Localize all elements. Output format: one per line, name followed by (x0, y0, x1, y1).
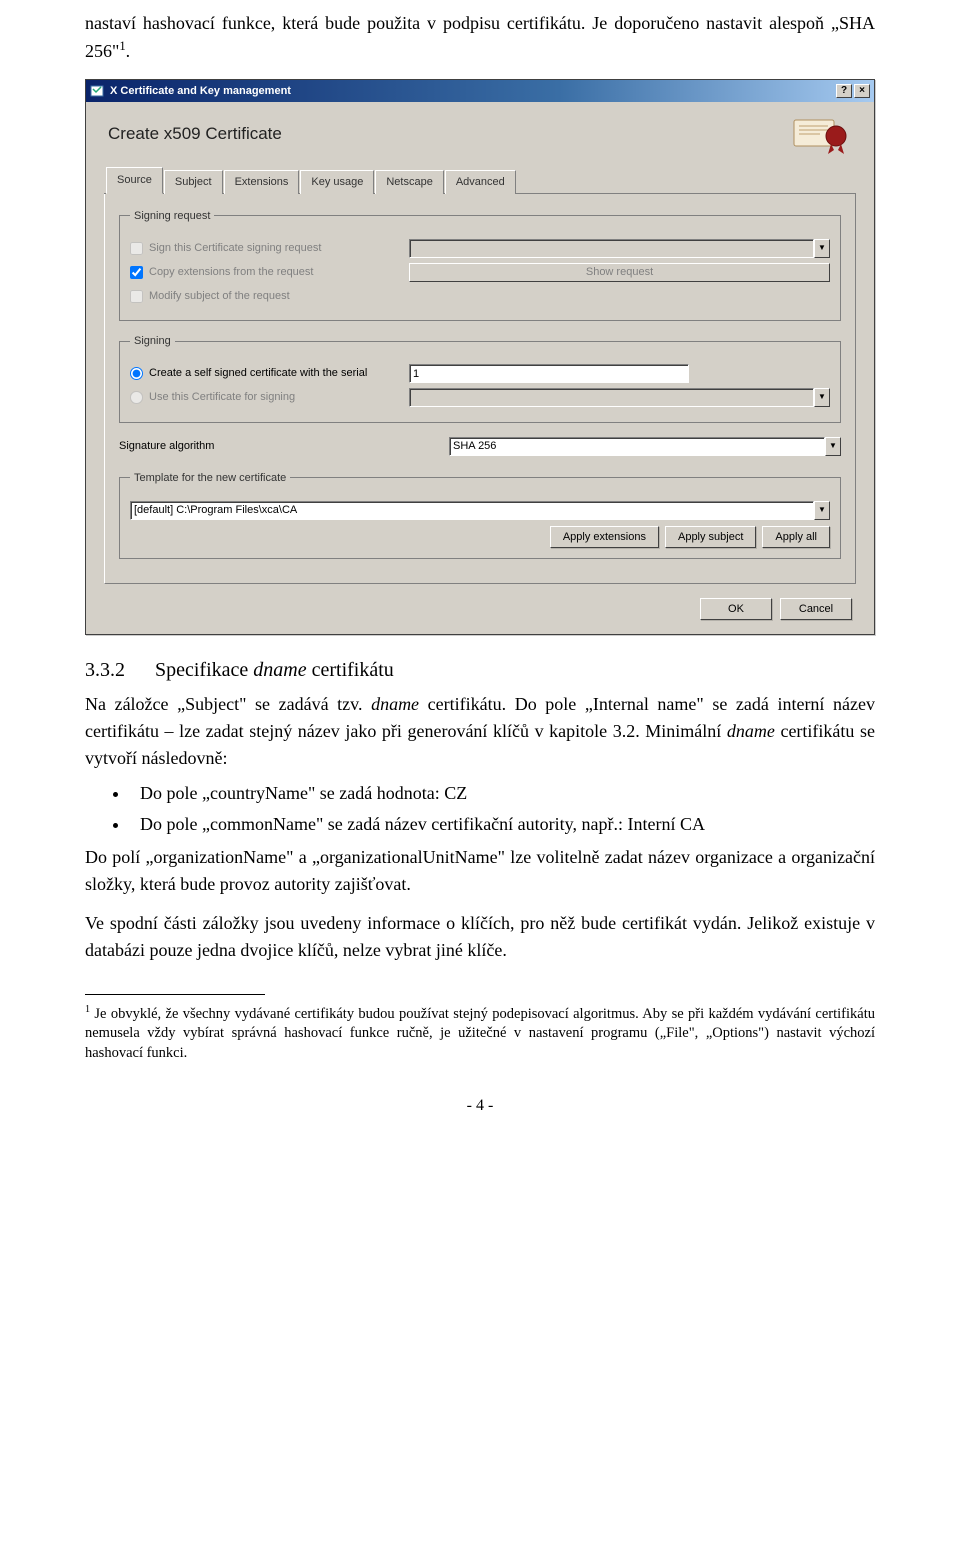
tab-source[interactable]: Source (106, 167, 163, 194)
label-copy-ext: Copy extensions from the request (149, 264, 409, 281)
group-template: Template for the new certificate ▼ Apply… (119, 470, 841, 560)
radio-self-signed[interactable] (130, 367, 143, 380)
label-signature-algorithm: Signature algorithm (119, 438, 449, 455)
dialog-header: Create x509 Certificate (104, 114, 856, 154)
tab-key-usage[interactable]: Key usage (300, 170, 374, 194)
heading-suffix: certifikátu (307, 659, 394, 681)
row-signature-algorithm: Signature algorithm ▼ (119, 437, 841, 456)
group-signing: Signing Create a self signed certificate… (119, 333, 841, 423)
combo-signature-algorithm[interactable]: ▼ (449, 437, 841, 456)
paragraph-2: Na záložce „Subject" se zadává tzv. dnam… (85, 691, 875, 772)
checkbox-copy-ext[interactable] (130, 266, 143, 279)
ok-button[interactable]: OK (700, 598, 772, 620)
heading-prefix: Specifikace (155, 659, 253, 681)
text: . (126, 41, 131, 61)
combo-csr-input[interactable] (409, 239, 814, 258)
apply-subject-button[interactable]: Apply subject (665, 526, 756, 548)
dialog-footer: OK Cancel (104, 598, 856, 620)
close-button[interactable]: × (854, 84, 870, 98)
help-button[interactable]: ? (836, 84, 852, 98)
row-copy-ext: Copy extensions from the request Show re… (130, 262, 830, 282)
paragraph-3: Do polí „organizationName" a „organizati… (85, 844, 875, 898)
row-self-signed: Create a self signed certificate with th… (130, 364, 830, 384)
cancel-button[interactable]: Cancel (780, 598, 852, 620)
heading-em: dname (253, 659, 306, 681)
footnote-text: Je obvyklé, že všechny vydávané certifik… (85, 1006, 875, 1061)
combo-sigalg-input[interactable] (449, 437, 825, 456)
label-sign-csr: Sign this Certificate signing request (149, 240, 409, 257)
apply-all-button[interactable]: Apply all (762, 526, 830, 548)
tabpanel-source: Signing request Sign this Certificate si… (104, 194, 856, 585)
tabstrip: Source Subject Extensions Key usage Nets… (104, 166, 856, 194)
chevron-down-icon[interactable]: ▼ (814, 501, 830, 520)
combo-signer-input[interactable] (409, 388, 814, 407)
app-screenshot: X Certificate and Key management ? × Cre… (85, 79, 875, 635)
certificate-seal-icon (790, 114, 852, 154)
chevron-down-icon[interactable]: ▼ (814, 239, 830, 258)
row-use-cert: Use this Certificate for signing ▼ (130, 388, 830, 408)
combo-csr[interactable]: ▼ (409, 239, 830, 258)
legend-template: Template for the new certificate (130, 470, 290, 487)
serial-input[interactable] (409, 364, 689, 383)
section-heading: 3.3.2Specifikace dname certifikátu (85, 655, 875, 685)
checkbox-sign-csr[interactable] (130, 242, 143, 255)
checkbox-modify-subj[interactable] (130, 290, 143, 303)
row-template: ▼ (130, 500, 830, 520)
group-signing-request: Signing request Sign this Certificate si… (119, 208, 841, 322)
label-self-signed: Create a self signed certificate with th… (149, 365, 409, 382)
paragraph-intro: nastaví hashovací funkce, která bude pou… (85, 10, 875, 65)
combo-template[interactable]: ▼ (130, 501, 830, 520)
legend-signing-request: Signing request (130, 208, 214, 225)
tab-advanced[interactable]: Advanced (445, 170, 516, 194)
row-modify-subj: Modify subject of the request (130, 286, 830, 306)
show-request-button[interactable]: Show request (409, 263, 830, 282)
tab-subject[interactable]: Subject (164, 170, 223, 194)
tab-netscape[interactable]: Netscape (375, 170, 443, 194)
section-number: 3.3.2 (85, 655, 155, 685)
bullet-list: Do pole „countryName" se zadá hodnota: C… (130, 780, 875, 838)
combo-signer-cert[interactable]: ▼ (409, 388, 830, 407)
text: nastaví hashovací funkce, která bude pou… (85, 13, 875, 61)
titlebar: X Certificate and Key management ? × (86, 80, 874, 102)
dialog-body: Create x509 Certificate Source Subject E… (86, 102, 874, 634)
legend-signing: Signing (130, 333, 175, 350)
window-title: X Certificate and Key management (110, 83, 834, 100)
footnote-rule (85, 994, 265, 995)
chevron-down-icon[interactable]: ▼ (825, 437, 841, 456)
list-item: Do pole „commonName" se zadá název certi… (130, 811, 875, 838)
row-sign-csr: Sign this Certificate signing request ▼ (130, 238, 830, 258)
template-buttons: Apply extensions Apply subject Apply all (130, 526, 830, 548)
label-use-cert: Use this Certificate for signing (149, 389, 409, 406)
radio-use-cert[interactable] (130, 391, 143, 404)
tab-extensions[interactable]: Extensions (224, 170, 300, 194)
list-item: Do pole „countryName" se zadá hodnota: C… (130, 780, 875, 807)
combo-template-input[interactable] (130, 501, 814, 520)
paragraph-4: Ve spodní části záložky jsou uvedeny inf… (85, 910, 875, 964)
footnote: 1 Je obvyklé, že všechny vydávané certif… (85, 1003, 875, 1064)
label-modify-subj: Modify subject of the request (149, 288, 409, 305)
chevron-down-icon[interactable]: ▼ (814, 388, 830, 407)
page-number: - 4 - (85, 1094, 875, 1118)
dialog-title: Create x509 Certificate (108, 121, 282, 147)
app-icon (90, 84, 104, 98)
apply-extensions-button[interactable]: Apply extensions (550, 526, 659, 548)
